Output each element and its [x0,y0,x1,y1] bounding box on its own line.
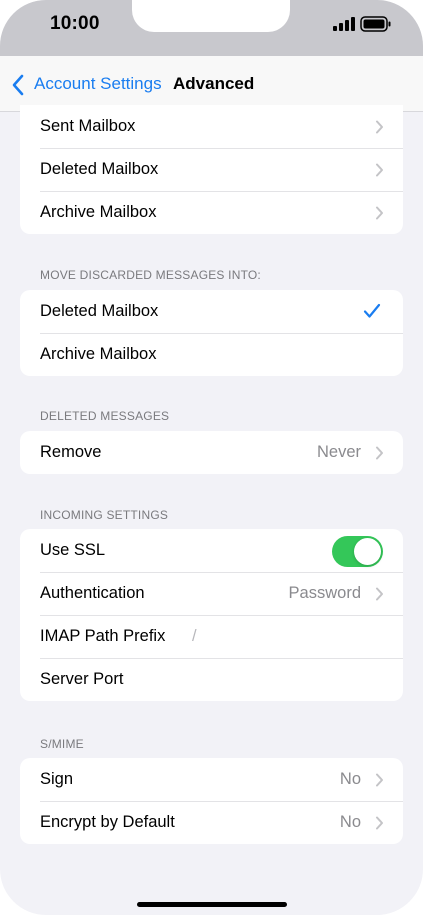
list-item-deleted-mailbox[interactable]: Deleted Mailbox [20,148,403,191]
phone-screen: 10:00 Account Settings Advanced Sent Mai… [0,0,423,915]
notch [132,0,290,32]
list-item-encrypt-by-default[interactable]: Encrypt by Default No [20,801,403,844]
list-item-archive-mailbox[interactable]: Archive Mailbox [20,191,403,234]
row-label: Archive Mailbox [40,203,157,221]
deleted-messages-group: Remove Never [20,431,403,474]
page-title: Advanced [173,74,255,93]
list-item-authentication[interactable]: Authentication Password [20,572,403,615]
section-header-incoming-settings: INCOMING SETTINGS [40,508,169,522]
row-label: Deleted Mailbox [40,160,159,178]
row-label: Use SSL [40,541,106,559]
row-label: Remove [40,443,102,461]
list-item-sent-mailbox[interactable]: Sent Mailbox [20,105,403,148]
imap-path-prefix-field[interactable]: / [192,627,197,646]
row-label: Sent Mailbox [40,117,136,135]
back-button[interactable]: Account Settings [34,74,162,94]
chevron-right-icon [376,587,383,601]
list-item-sign[interactable]: Sign No [20,758,403,801]
row-label: Encrypt by Default [40,813,175,831]
cellular-signal-icon [333,17,355,31]
back-chevron-icon[interactable] [11,74,25,96]
row-label: IMAP Path Prefix [40,627,166,645]
battery-icon [360,16,391,32]
list-item-use-ssl: Use SSL [20,529,403,572]
option-deleted-mailbox[interactable]: Deleted Mailbox [20,290,403,333]
list-item-server-port[interactable]: Server Port [20,658,403,701]
chevron-right-icon [376,816,383,830]
list-item-imap-path-prefix[interactable]: IMAP Path Prefix / [20,615,403,658]
chevron-right-icon [376,206,383,220]
chevron-right-icon [376,446,383,460]
row-label: Deleted Mailbox [40,302,159,320]
status-time: 10:00 [50,13,100,34]
checkmark-icon [363,303,381,318]
row-value: No [339,813,361,831]
home-indicator[interactable] [137,902,287,907]
toggle-knob [354,538,381,565]
chevron-right-icon [376,120,383,134]
row-label: Archive Mailbox [40,345,157,363]
row-value: No [339,770,361,788]
section-header-deleted-messages: DELETED MESSAGES [40,409,170,423]
chevron-right-icon [376,163,383,177]
incoming-settings-group: Use SSL Authentication Password IMAP Pat… [20,529,403,701]
chevron-right-icon [376,773,383,787]
row-label: Sign [40,770,74,788]
option-archive-mailbox[interactable]: Archive Mailbox [20,333,403,376]
section-header-move-discarded: MOVE DISCARDED MESSAGES INTO: [40,268,261,282]
move-discarded-group: Deleted Mailbox Archive Mailbox [20,290,403,376]
row-value: Password [288,584,361,602]
use-ssl-toggle[interactable] [332,536,383,567]
navigation-bar: Account Settings Advanced [0,56,423,112]
smime-group: Sign No Encrypt by Default No [20,758,403,844]
row-label: Authentication [40,584,145,602]
row-value: Never [316,443,361,461]
list-item-remove[interactable]: Remove Never [20,431,403,474]
section-header-smime: S/MIME [40,737,84,751]
mailbox-behaviors-group: Sent Mailbox Deleted Mailbox Archive Mai… [20,105,403,234]
row-label: Server Port [40,670,124,688]
status-bar: 10:00 [0,0,423,56]
